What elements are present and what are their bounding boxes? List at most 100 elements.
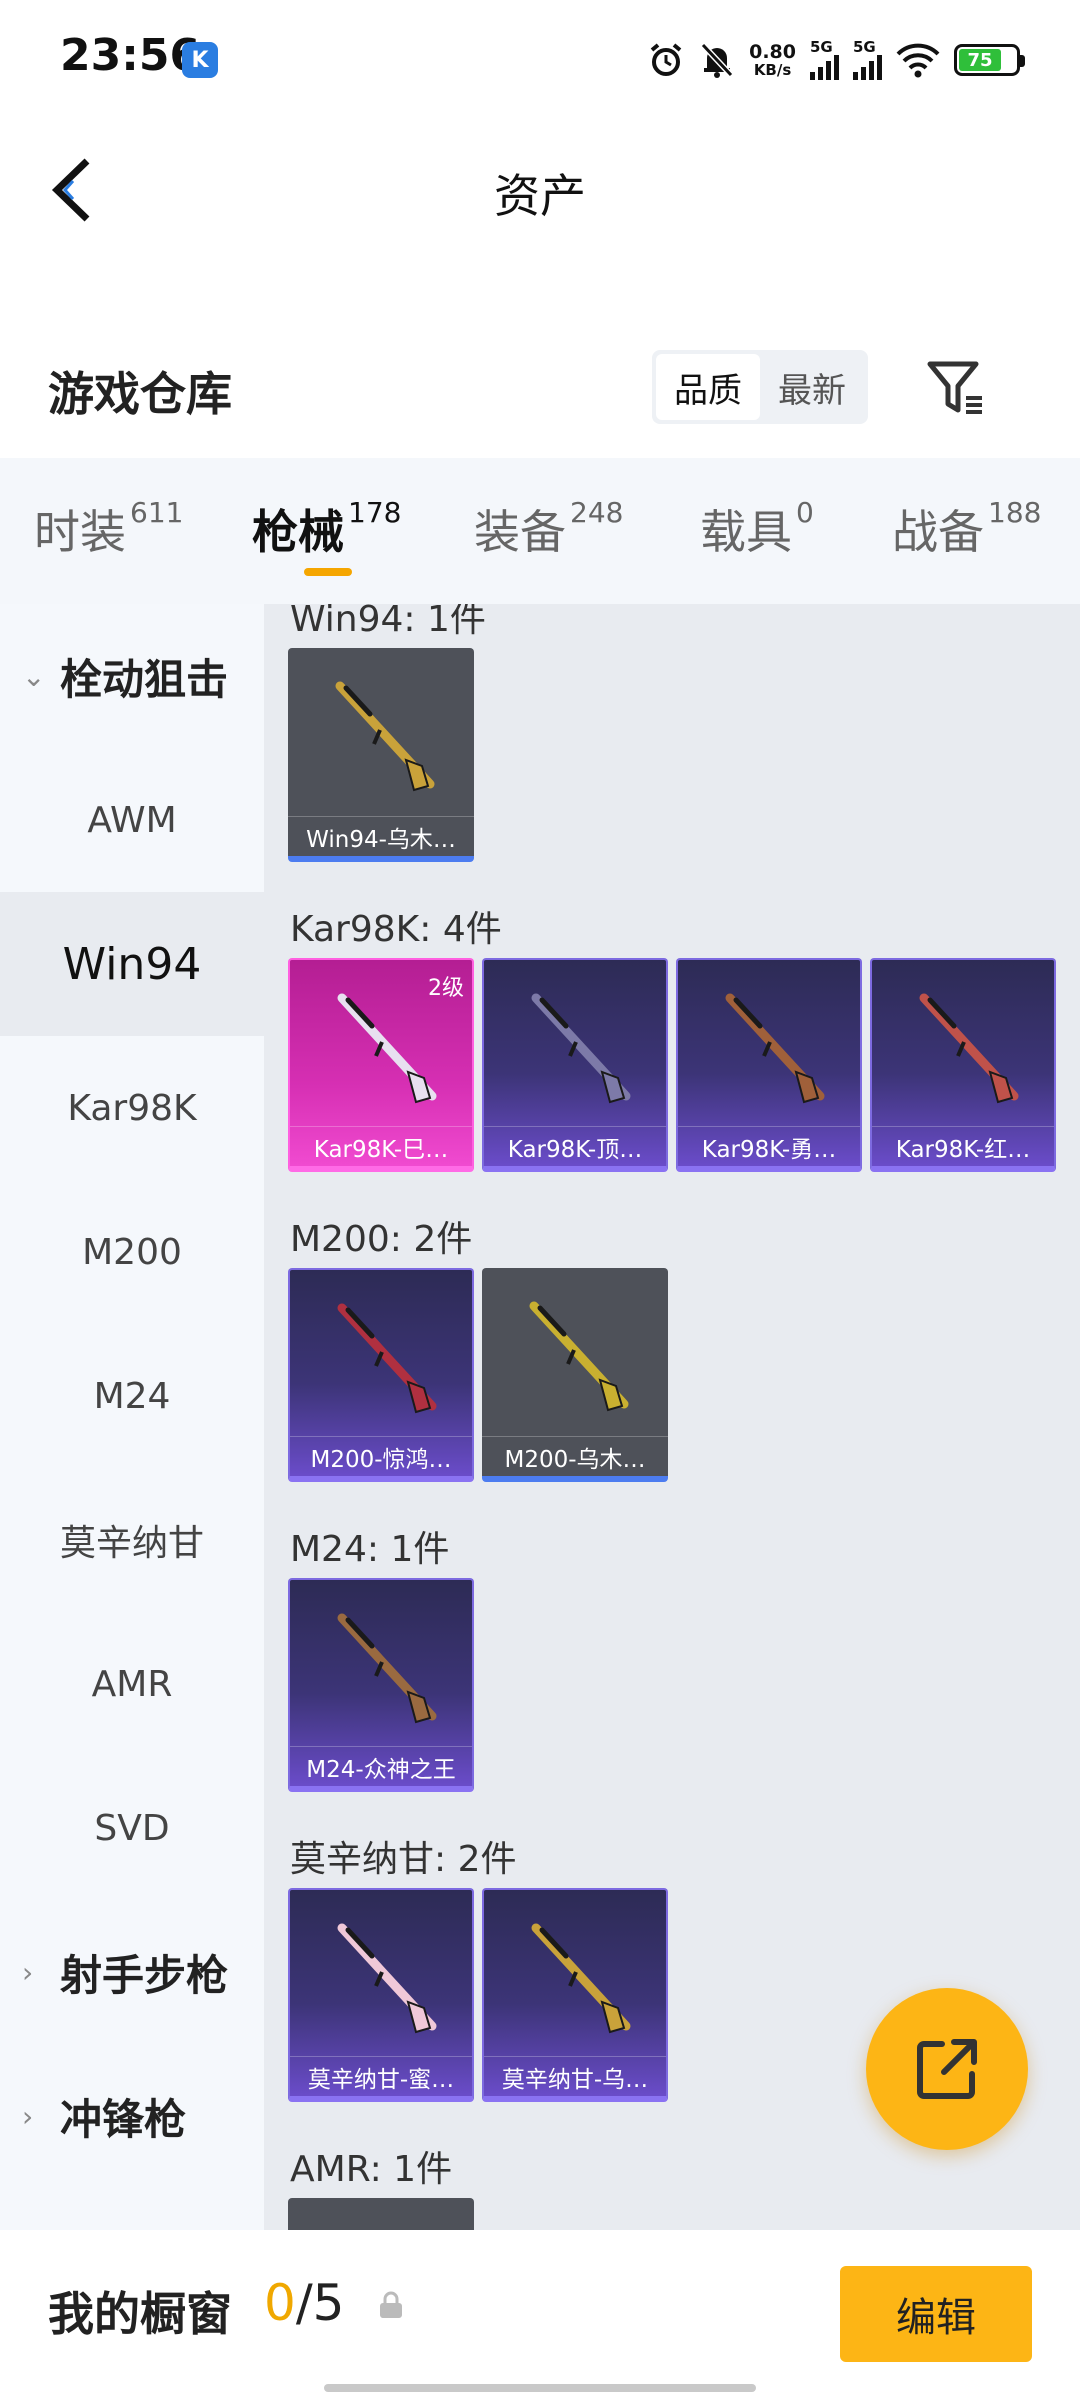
signal-sim2: 5G	[853, 40, 882, 80]
share-external-icon	[917, 2039, 977, 2099]
status-time: 23:56	[60, 30, 201, 81]
item-name: M24-众神之王	[290, 1746, 472, 1786]
status-bar: 23:56 K 0.80 KB/s 5G 5G 75	[0, 0, 1080, 120]
item-name: 莫辛纳甘-蜜…	[290, 2056, 472, 2096]
item-card[interactable]: Win94-乌木…	[288, 648, 474, 862]
gun-image-icon	[337, 1923, 437, 2034]
gun-image-icon	[529, 1301, 629, 1412]
item-grid: Win94: 1件 Win94-乌木… Kar98K: 4件 2级 Kar98K-巳… K…	[264, 604, 1080, 2230]
sidebar-item-8[interactable]: SVD	[0, 1756, 264, 1900]
item-card[interactable]: Kar98K-红…	[870, 958, 1056, 1172]
sidebar-item-label: SVD	[94, 1807, 170, 1849]
tab-1[interactable]: 枪械 178	[252, 496, 401, 562]
showcase-max: 5	[312, 2274, 345, 2332]
section-title: Win94: 1件	[290, 604, 486, 640]
chevron-down-icon: ⌄	[22, 659, 46, 693]
tab-count: 188	[988, 496, 1042, 529]
tab-label: 战备	[892, 505, 984, 559]
sim1-label: 5G	[810, 38, 833, 56]
gun-image-icon	[310, 2216, 450, 2230]
sidebar-item-label: 冲锋枪	[60, 2094, 187, 2144]
tab-4[interactable]: 战备 188	[892, 496, 1041, 562]
wifi-icon	[896, 43, 940, 78]
item-name: Kar98K-勇…	[678, 1126, 860, 1166]
alarm-icon	[650, 43, 682, 76]
signal-icon	[810, 54, 839, 80]
battery-level: 75	[959, 49, 1001, 71]
item-card[interactable]: 莫辛纳甘-蜜…	[288, 1888, 474, 2102]
item-card[interactable]: M200-惊鸿…	[288, 1268, 474, 1482]
sidebar-item-6[interactable]: 莫辛纳甘	[0, 1468, 264, 1612]
mute-icon	[700, 42, 734, 78]
tab-label: 载具	[700, 505, 792, 559]
item-card[interactable]: M24-众神之王	[288, 1578, 474, 1792]
status-icons: 0.80 KB/s 5G 5G 75	[647, 30, 1025, 90]
tab-3[interactable]: 载具 0	[700, 496, 814, 562]
item-card[interactable]: Kar98K-勇…	[676, 958, 862, 1172]
sidebar-item-label: 射手步枪	[60, 1950, 229, 2000]
item-name: 莫辛纳甘-乌…	[484, 2056, 666, 2096]
gun-image-icon	[337, 1613, 437, 1724]
signal-sim1: 5G	[810, 40, 839, 80]
sidebar-item-1[interactable]: AWM	[0, 748, 264, 892]
sidebar-item-label: M24	[93, 1375, 171, 1417]
tab-count: 178	[348, 496, 402, 529]
tab-0[interactable]: 时装 611	[34, 496, 183, 562]
section-title: M24: 1件	[290, 1529, 450, 1570]
item-name: Kar98K-红…	[872, 1126, 1054, 1166]
item-card[interactable]: Kar98K-顶…	[482, 958, 668, 1172]
sidebar-item-3[interactable]: Kar98K	[0, 1036, 264, 1180]
sidebar-item-7[interactable]: AMR	[0, 1612, 264, 1756]
gun-image-icon	[531, 993, 631, 1104]
gun-image-icon	[337, 1303, 437, 1414]
sidebar-item-0[interactable]: ⌄ 栓动狙击	[0, 604, 264, 748]
sidebar-item-10[interactable]: › 冲锋枪	[0, 2044, 264, 2188]
tab-count: 248	[570, 496, 624, 529]
item-card[interactable]: M200-乌木…	[482, 1268, 668, 1482]
page-title: 资产	[494, 169, 586, 223]
battery-icon: 75	[954, 44, 1025, 76]
gun-image-icon	[531, 1923, 631, 2034]
section-title: AMR: 1件	[290, 2149, 453, 2190]
showcase-separator: /	[295, 2274, 313, 2332]
item-name: Win94-乌木…	[288, 816, 474, 856]
item-name: M200-乌木…	[482, 1436, 668, 1476]
edit-button[interactable]: 编辑	[840, 2266, 1032, 2362]
home-indicator[interactable]	[324, 2384, 756, 2392]
chevron-right-icon: ›	[22, 1955, 34, 1989]
tab-2[interactable]: 装备 248	[474, 496, 623, 562]
category-tabs: 时装 611 枪械 178 装备 248 载具 0 战备 188	[0, 458, 1080, 604]
sidebar-item-label: M200	[82, 1231, 182, 1273]
item-name: Kar98K-顶…	[484, 1126, 666, 1166]
sidebar-item-2[interactable]: Win94	[0, 892, 264, 1036]
chevron-right-icon: ›	[22, 2099, 34, 2133]
net-speed-value: 0.80	[749, 41, 796, 63]
share-button[interactable]	[866, 1988, 1028, 2150]
sidebar-item-9[interactable]: › 射手步枪	[0, 1900, 264, 2044]
net-speed: 0.80 KB/s	[749, 42, 796, 78]
sim2-label: 5G	[853, 38, 876, 56]
showcase-count: 0/5	[264, 2274, 344, 2332]
tab-label: 时装	[34, 505, 126, 559]
net-speed-unit: KB/s	[753, 61, 792, 79]
filter-button[interactable]	[920, 352, 992, 424]
item-card[interactable]: 2级 Kar98K-巳…	[288, 958, 474, 1172]
app-badge-icon: K	[182, 42, 218, 78]
showcase-label: 我的橱窗	[48, 2287, 232, 2341]
showcase-current: 0	[264, 2274, 296, 2332]
item-name: M200-惊鸿…	[290, 1436, 472, 1476]
item-card[interactable]: 莫辛纳甘-乌…	[482, 1888, 668, 2102]
sidebar-item-4[interactable]: M200	[0, 1180, 264, 1324]
sidebar-item-5[interactable]: M24	[0, 1324, 264, 1468]
sidebar-item-label: 栓动狙击	[60, 654, 229, 704]
signal-icon	[853, 54, 882, 80]
sort-newest-option[interactable]: 最新	[760, 354, 864, 420]
sidebar-item-label: AWM	[87, 799, 177, 841]
lock-icon	[380, 2291, 402, 2318]
item-card[interactable]	[288, 2198, 474, 2230]
item-name: Kar98K-巳…	[290, 1126, 472, 1166]
sort-quality-option[interactable]: 品质	[656, 354, 760, 420]
gun-image-icon	[335, 681, 435, 792]
sidebar-item-label: 莫辛纳甘	[59, 1523, 204, 1564]
level-badge: 2级	[428, 976, 464, 1001]
